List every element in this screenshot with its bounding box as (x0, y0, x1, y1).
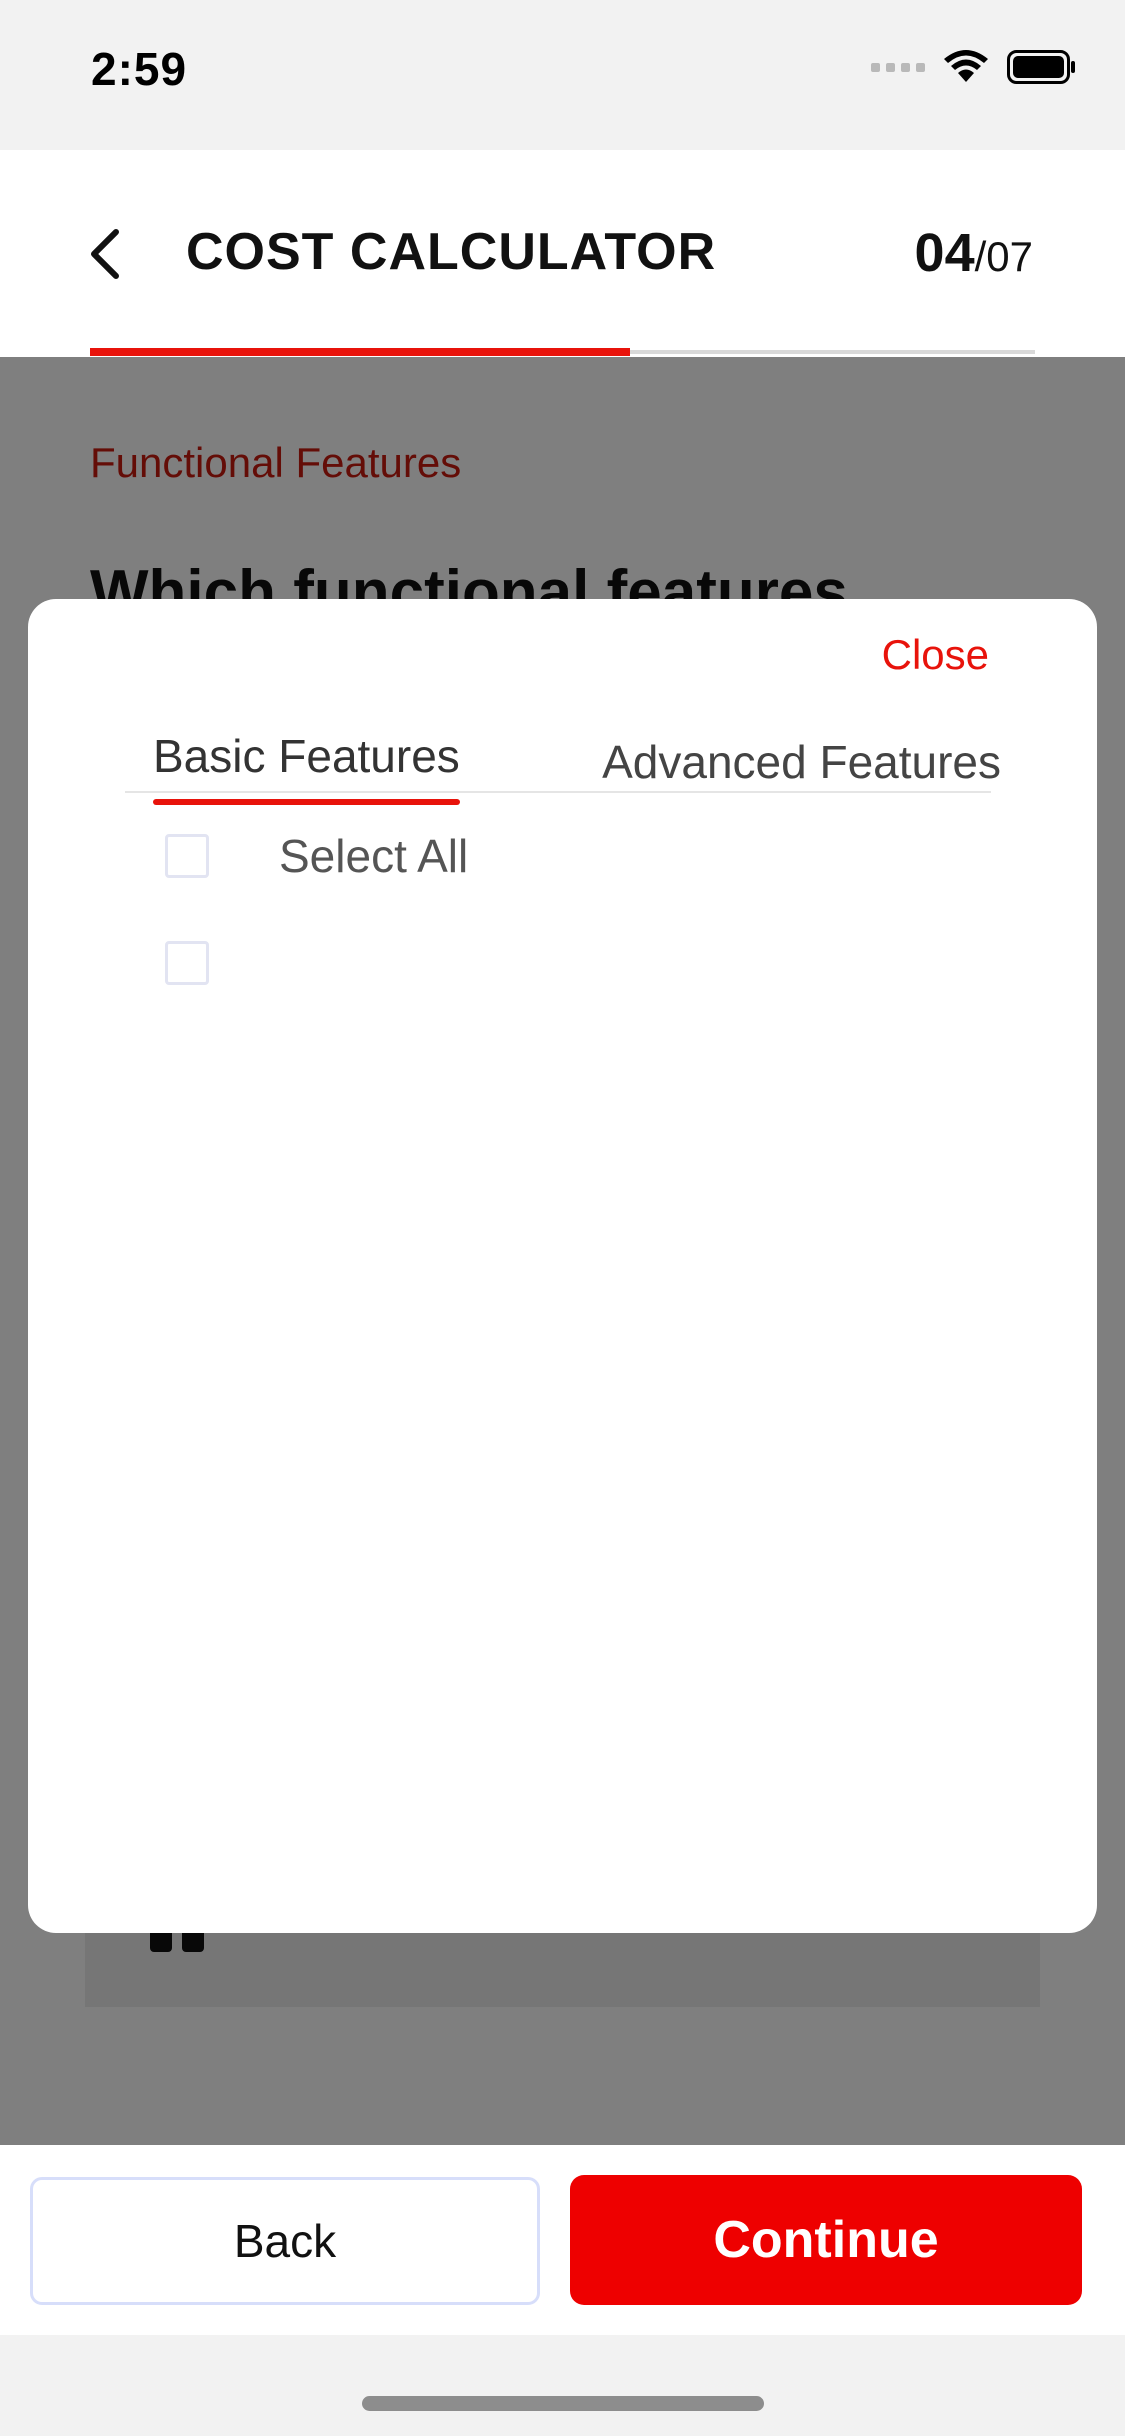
page-title: COST CALCULATOR (186, 223, 717, 281)
feature-tabs: Basic Features Advanced Features (125, 729, 1001, 805)
cellular-signal-icon (871, 62, 925, 72)
wifi-icon (944, 50, 988, 82)
step-total: /07 (974, 233, 1033, 280)
step-current: 04 (914, 223, 975, 283)
status-icons (871, 50, 1077, 84)
select-all-row[interactable]: Select All (165, 829, 468, 883)
status-time: 2:59 (91, 43, 188, 95)
feature-checkbox[interactable] (165, 941, 209, 985)
step-indicator: 04/07 (915, 222, 1033, 284)
features-modal: Close Basic Features Advanced Features S… (28, 599, 1097, 1933)
battery-icon (1007, 50, 1075, 84)
tab-basic-features[interactable]: Basic Features (153, 729, 460, 805)
back-button[interactable]: Back (30, 2177, 540, 2305)
continue-button[interactable]: Continue (570, 2175, 1082, 2305)
bottom-action-bar: Back Continue (0, 2145, 1125, 2335)
home-indicator (362, 2396, 764, 2411)
close-button[interactable]: Close (882, 631, 989, 679)
feature-row[interactable] (165, 941, 279, 985)
tab-advanced-features[interactable]: Advanced Features (602, 735, 1001, 797)
status-bar: 2:59 (0, 0, 1125, 150)
select-all-checkbox[interactable] (165, 834, 209, 878)
select-all-label: Select All (279, 830, 469, 882)
progress-fill (90, 348, 630, 356)
back-chevron-icon[interactable] (80, 222, 128, 286)
app-header: COST CALCULATOR 04/07 (0, 150, 1125, 357)
